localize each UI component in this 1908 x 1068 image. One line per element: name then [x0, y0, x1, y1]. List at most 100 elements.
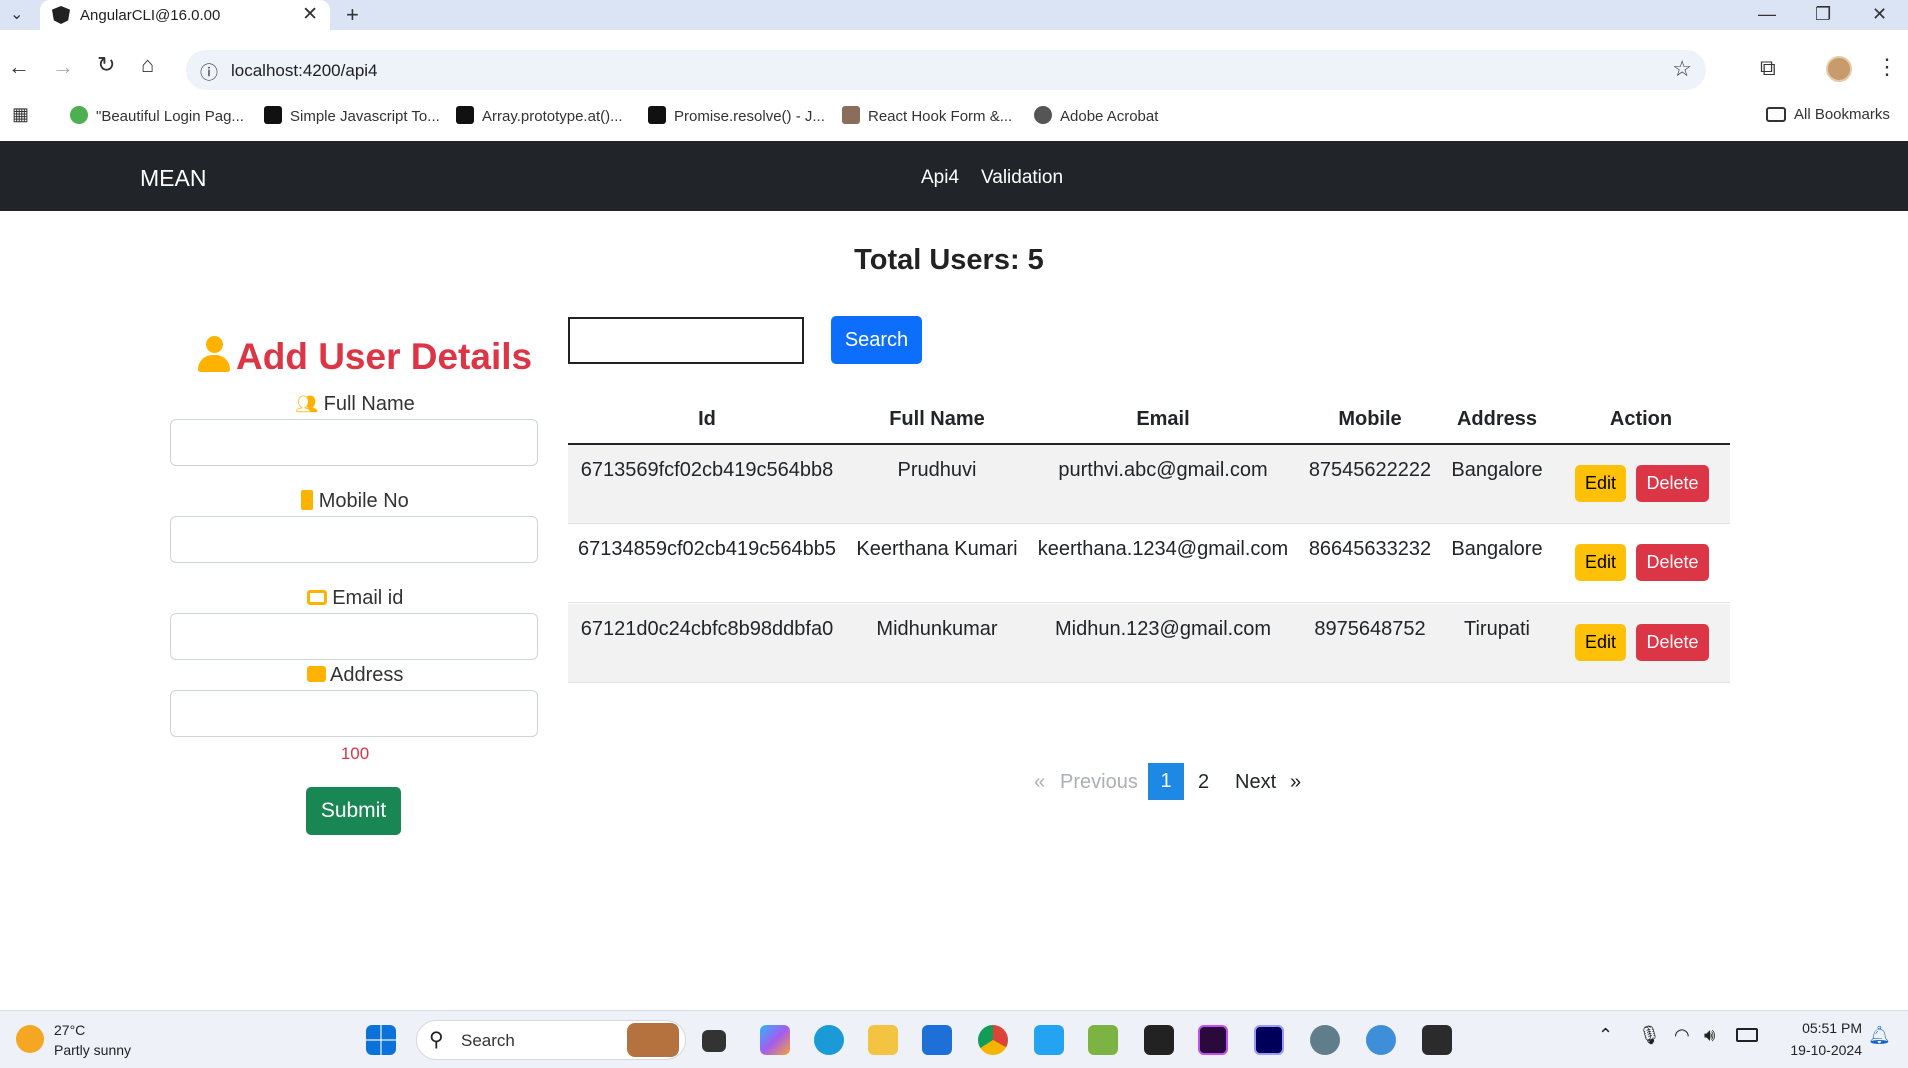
- back-icon[interactable]: ←: [8, 54, 30, 80]
- total-users-heading: Total Users: 5: [854, 244, 1044, 276]
- pagination-previous[interactable]: Previous: [1060, 771, 1138, 794]
- pagination-next-arrow[interactable]: »: [1290, 771, 1301, 794]
- edit-button[interactable]: Edit: [1575, 465, 1626, 502]
- delete-button[interactable]: Delete: [1636, 624, 1709, 661]
- folder-icon: [1766, 107, 1786, 122]
- after-effects-icon[interactable]: [1254, 1025, 1284, 1055]
- site-info-icon[interactable]: ⓘ: [200, 59, 218, 85]
- profile-avatar[interactable]: [1826, 56, 1852, 82]
- address-input[interactable]: [170, 690, 538, 737]
- bookmark-favicon-icon: [70, 106, 88, 124]
- app-navbar: MEAN Api4 Validation: [0, 141, 1908, 211]
- mobile-icon: [301, 490, 314, 510]
- user-icon: [198, 336, 230, 372]
- bookmark-label: Array.prototype.at()...: [482, 108, 623, 125]
- submit-button[interactable]: Submit: [306, 787, 401, 835]
- full-name-input[interactable]: [170, 419, 538, 466]
- bookmark-favicon-icon: [1034, 106, 1052, 124]
- store-icon[interactable]: [922, 1025, 952, 1055]
- bookmark-favicon-icon: [456, 106, 474, 124]
- weather-icon[interactable]: [16, 1025, 44, 1053]
- pagination-page-1[interactable]: 1: [1148, 763, 1184, 800]
- qbittorrent-icon[interactable]: [1366, 1025, 1396, 1055]
- pagination-next[interactable]: Next: [1235, 771, 1276, 794]
- wifi-icon[interactable]: ◠: [1674, 1025, 1690, 1046]
- pagination-prev-arrow[interactable]: «: [1034, 771, 1045, 794]
- table-row: 67134859cf02cb419c564bb5 Keerthana Kumar…: [568, 524, 1730, 603]
- nav-link-api4[interactable]: Api4: [921, 167, 959, 189]
- show-hidden-icons-icon[interactable]: ⌃: [1598, 1025, 1613, 1046]
- weather-temp[interactable]: 27°C: [54, 1022, 85, 1038]
- bookmark-item[interactable]: Array.prototype.at()...: [456, 106, 623, 125]
- bookmark-star-icon[interactable]: ☆: [1672, 56, 1692, 82]
- notification-bell-icon[interactable]: 🔔︎: [1868, 1025, 1891, 1046]
- bookmark-item[interactable]: React Hook Form &...: [842, 106, 1012, 125]
- pagination-page-2[interactable]: 2: [1198, 771, 1209, 794]
- minimize-icon[interactable]: —: [1758, 4, 1776, 25]
- cell-address: Bangalore: [1451, 538, 1543, 560]
- address-bar[interactable]: ⓘ localhost:4200/api4 ☆: [186, 50, 1706, 90]
- chrome-icon[interactable]: [978, 1025, 1008, 1055]
- mobile-input[interactable]: [170, 516, 538, 563]
- full-name-label-text: Full Name: [323, 393, 415, 415]
- delete-button[interactable]: Delete: [1636, 465, 1709, 502]
- comment-icon: [306, 666, 326, 682]
- address-label-text: Address: [330, 664, 404, 686]
- cell-email: keerthana.1234@gmail.com: [1037, 538, 1289, 560]
- nav-link-validation[interactable]: Validation: [981, 167, 1063, 189]
- edge-icon[interactable]: [814, 1025, 844, 1055]
- brand-logo[interactable]: MEAN: [140, 165, 206, 192]
- bookmark-item[interactable]: Promise.resolve() - J...: [648, 106, 825, 125]
- settings-gear-icon[interactable]: [1310, 1025, 1340, 1055]
- inbox-icon: [306, 590, 327, 605]
- cell-full-name: Keerthana Kumari: [856, 538, 1018, 560]
- email-input[interactable]: [170, 613, 538, 660]
- apps-grid-icon[interactable]: ▦: [12, 104, 29, 125]
- close-tab-icon[interactable]: ✕: [302, 3, 318, 26]
- volume-icon[interactable]: 🔊︎: [1704, 1025, 1715, 1046]
- bookmark-item[interactable]: "Beautiful Login Pag...: [70, 106, 244, 125]
- forward-icon[interactable]: →: [52, 54, 74, 80]
- notepad-plus-icon[interactable]: [1088, 1025, 1118, 1055]
- bookmark-item[interactable]: Adobe Acrobat: [1034, 106, 1158, 125]
- edit-button[interactable]: Edit: [1575, 544, 1626, 581]
- windows-start-icon[interactable]: [366, 1025, 396, 1055]
- tab-search-icon[interactable]: ⌄: [10, 4, 23, 24]
- new-tab-icon[interactable]: +: [346, 2, 359, 28]
- delete-button[interactable]: Delete: [1636, 544, 1709, 581]
- browser-tab[interactable]: AngularCLI@16.0.00 ✕: [40, 0, 330, 30]
- clock-date[interactable]: 19-10-2024: [1772, 1042, 1862, 1058]
- all-bookmarks-button[interactable]: All Bookmarks: [1766, 106, 1890, 123]
- windows-taskbar: 27°C Partly sunny ⚲ Search ⌃ 🎙︎ ◠ 🔊︎ 05:…: [0, 1010, 1908, 1068]
- battery-icon[interactable]: [1736, 1028, 1758, 1042]
- file-explorer-icon[interactable]: [868, 1025, 898, 1055]
- taskbar-search[interactable]: ⚲ Search: [416, 1020, 686, 1060]
- edit-button[interactable]: Edit: [1575, 624, 1626, 661]
- users-icon: 👥︎: [295, 394, 319, 414]
- close-window-icon[interactable]: ✕: [1872, 4, 1887, 25]
- reload-icon[interactable]: ↻: [97, 52, 115, 78]
- restore-icon[interactable]: ❐: [1815, 4, 1831, 25]
- recorder-icon[interactable]: [1144, 1025, 1174, 1055]
- cell-full-name: Midhunkumar: [876, 618, 998, 640]
- home-icon[interactable]: ⌂: [141, 52, 154, 78]
- cell-address: Bangalore: [1451, 459, 1543, 481]
- clock-time[interactable]: 05:51 PM: [1782, 1020, 1862, 1036]
- url-text[interactable]: localhost:4200/api4: [231, 61, 378, 81]
- terminal-icon[interactable]: [1422, 1025, 1452, 1055]
- task-view-icon[interactable]: [702, 1030, 726, 1052]
- microphone-icon[interactable]: 🎙︎: [1638, 1025, 1661, 1046]
- tab-title: AngularCLI@16.0.00: [80, 7, 221, 24]
- menu-kebab-icon[interactable]: ⋮: [1876, 54, 1898, 80]
- premiere-pro-icon[interactable]: [1198, 1025, 1228, 1055]
- vscode-icon[interactable]: [1034, 1025, 1064, 1055]
- bookmark-item[interactable]: Simple Javascript To...: [264, 106, 440, 125]
- copilot-icon[interactable]: [760, 1025, 790, 1055]
- search-button[interactable]: Search: [831, 316, 922, 364]
- bookmark-favicon-icon: [842, 106, 860, 124]
- search-input[interactable]: [568, 317, 804, 364]
- table-row: 6713569fcf02cb419c564bb8 Prudhuvi purthv…: [568, 445, 1730, 524]
- bookmark-label: Adobe Acrobat: [1060, 108, 1159, 125]
- weather-desc[interactable]: Partly sunny: [54, 1042, 131, 1058]
- extensions-icon[interactable]: ⧉: [1760, 55, 1776, 81]
